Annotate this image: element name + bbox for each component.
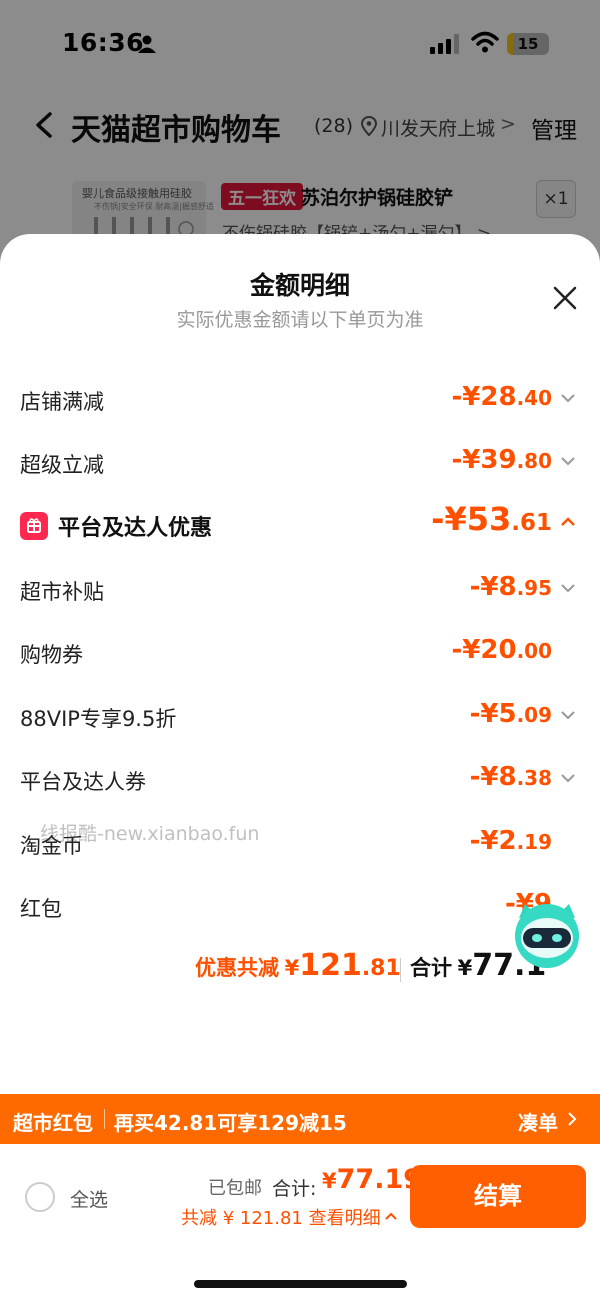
row-amount: -¥28.40: [451, 382, 552, 412]
row-label: 超市补贴: [20, 580, 104, 604]
row-amount: -¥8.95: [469, 572, 552, 602]
discount-row-coupon: 购物券 -¥20.00: [0, 629, 600, 679]
row-amount: -¥2.19: [469, 826, 552, 856]
sum-amount: ¥77.19: [322, 1164, 423, 1195]
sum-label: 合计:: [272, 1178, 317, 1200]
row-amount: -¥20.00: [451, 635, 552, 665]
discount-row-platform[interactable]: 平台及达人优惠 -¥53.61: [0, 500, 600, 550]
row-label: 平台及达人券: [20, 770, 146, 794]
row-label: 购物券: [20, 643, 83, 667]
row-label: 88VIP专享9.5折: [20, 707, 177, 731]
discount-row-subsidy[interactable]: 超市补贴 -¥8.95: [0, 566, 600, 616]
row-label: 店铺满减: [20, 390, 104, 414]
home-indicator: [194, 1280, 407, 1288]
chevron-down-icon[interactable]: [560, 709, 576, 721]
checkout-bar: 全选 已包邮 合计: ¥77.19 共减 ¥ 121.81 查看明细 结算: [0, 1144, 600, 1300]
assistant-bot-icon[interactable]: [509, 896, 585, 972]
discount-row-creator-coupon[interactable]: 平台及达人券 -¥8.38: [0, 756, 600, 806]
gift-icon: [20, 512, 48, 540]
checkout-button[interactable]: 结算: [410, 1165, 586, 1228]
chevron-up-icon[interactable]: [560, 516, 576, 528]
sheet-title: 金额明细: [249, 271, 350, 300]
promo-banner[interactable]: 超市红包 再买42.81可享129减15 凑单: [0, 1094, 600, 1144]
discount-row-super[interactable]: 超级立减 -¥39.80: [0, 439, 600, 489]
free-shipping-label: 已包邮: [208, 1178, 262, 1199]
select-all-checkbox[interactable]: [25, 1182, 55, 1212]
row-amount: -¥8.38: [469, 762, 552, 792]
chevron-down-icon[interactable]: [560, 772, 576, 784]
promo-banner-tag: 超市红包: [13, 1111, 93, 1135]
row-label: 红包: [20, 897, 62, 921]
view-details-link[interactable]: 共减 ¥ 121.81 查看明细: [181, 1204, 381, 1230]
divider: [104, 1109, 105, 1129]
close-icon[interactable]: [551, 284, 579, 312]
total-discount: 优惠共减 ¥121.81: [195, 948, 401, 983]
chevron-down-icon[interactable]: [560, 392, 576, 404]
add-on-link[interactable]: 凑单: [518, 1107, 558, 1136]
select-all-label[interactable]: 全选: [70, 1185, 108, 1212]
discount-row-vip[interactable]: 88VIP专享9.5折 -¥5.09: [0, 693, 600, 743]
divider: [400, 958, 401, 982]
row-label: 超级立减: [20, 453, 104, 477]
row-label: 淘金币: [20, 834, 83, 858]
row-amount: -¥53.61: [431, 500, 552, 538]
discount-row-store[interactable]: 店铺满减 -¥28.40: [0, 376, 600, 426]
discount-row-coins: 淘金币 -¥2.19: [0, 820, 600, 870]
row-amount: -¥39.80: [451, 445, 552, 475]
chevron-down-icon[interactable]: [560, 455, 576, 467]
sheet-subtitle: 实际优惠金额请以下单页为准: [176, 309, 424, 331]
promo-banner-text: 再买42.81可享129减15: [114, 1111, 347, 1135]
chevron-up-icon[interactable]: [384, 1211, 398, 1221]
chevron-down-icon[interactable]: [560, 582, 576, 594]
chevron-right-icon[interactable]: [566, 1111, 578, 1127]
row-amount: -¥5.09: [469, 699, 552, 729]
row-label: 平台及达人优惠: [58, 516, 213, 541]
